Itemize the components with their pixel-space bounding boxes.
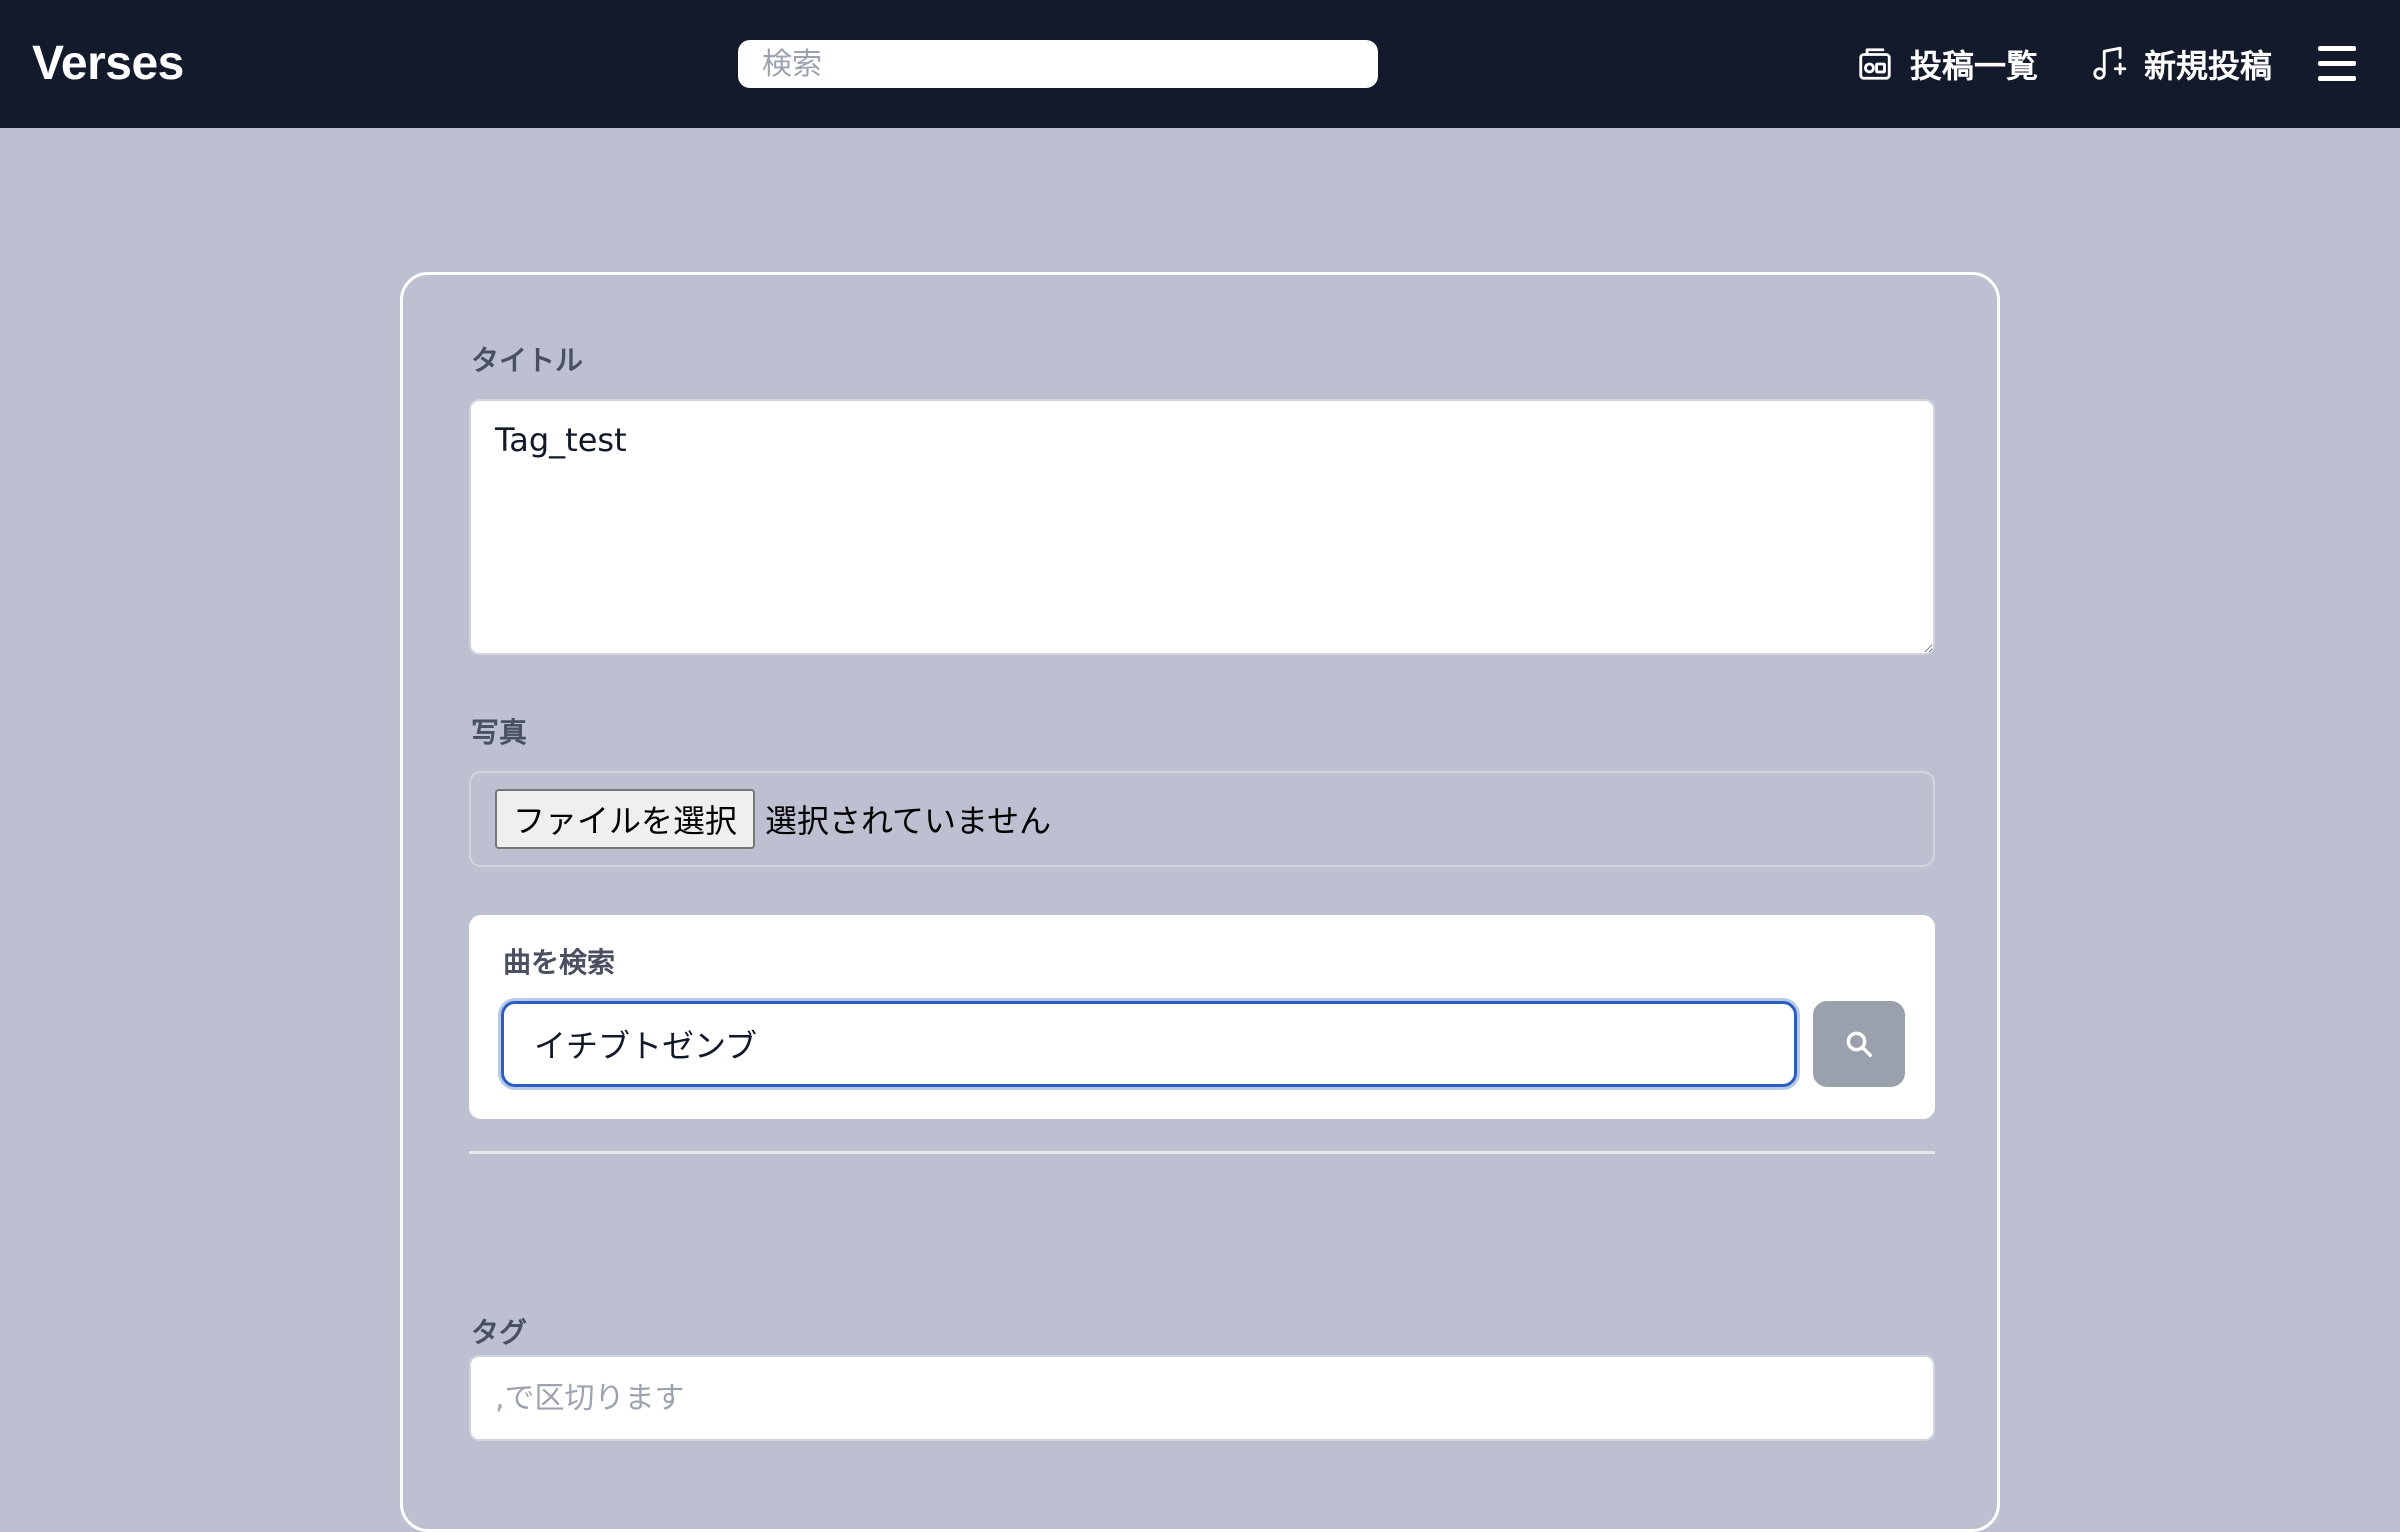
top-navbar: Verses 投稿一覧 新規投稿	[0, 0, 2400, 128]
global-search-input[interactable]	[738, 40, 1378, 88]
song-search-button[interactable]	[1813, 1001, 1905, 1087]
post-form-card: タイトル Tag_test 写真 ファイルを選択 選択されていません 曲を検索 …	[400, 272, 2000, 1532]
choose-file-button[interactable]: ファイルを選択	[495, 789, 756, 849]
music-plus-icon	[2093, 46, 2127, 80]
song-search-input[interactable]	[501, 1001, 1797, 1087]
nav-posts-link[interactable]: 投稿一覧	[1856, 38, 2038, 90]
tag-label: タグ	[471, 1316, 528, 1349]
section-divider	[469, 1151, 1935, 1154]
song-search-panel: 曲を検索	[469, 915, 1935, 1119]
brand-logo[interactable]: Verses	[32, 34, 184, 94]
title-textarea[interactable]: Tag_test	[469, 399, 1935, 655]
search-icon	[1846, 1031, 1872, 1057]
photo-label: 写真	[471, 716, 528, 749]
title-label: タイトル	[471, 344, 584, 377]
nav-posts-label: 投稿一覧	[1910, 47, 2039, 85]
nav-new-post-label: 新規投稿	[2144, 47, 2273, 85]
radio-icon	[1859, 48, 1891, 80]
file-status-text: 選択されていません	[765, 802, 1052, 840]
nav-new-post-link[interactable]: 新規投稿	[2090, 38, 2272, 90]
hamburger-menu-button[interactable]	[2318, 42, 2358, 86]
tag-input[interactable]	[469, 1355, 1935, 1441]
song-search-label: 曲を検索	[503, 946, 616, 979]
hamburger-line	[2318, 76, 2356, 81]
hamburger-line	[2318, 61, 2356, 66]
hamburger-menu-icon	[2318, 46, 2356, 51]
photo-file-input: ファイルを選択 選択されていません	[469, 771, 1935, 867]
